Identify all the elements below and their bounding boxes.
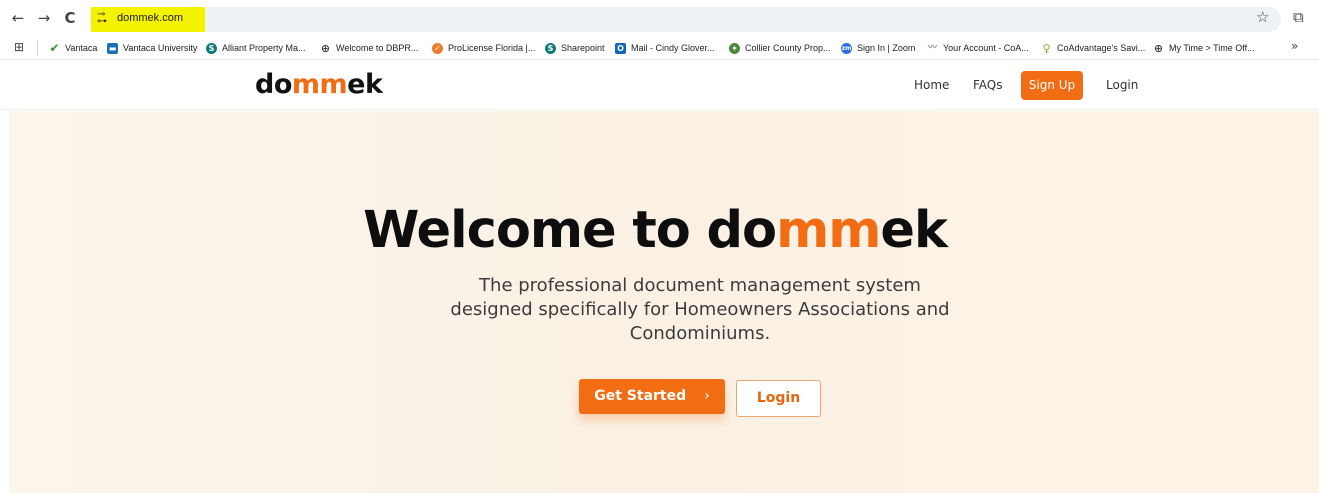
bookmark-coadvantage[interactable]: ♀ CoAdvantage's Savi... xyxy=(1041,40,1145,56)
globe-icon: ⊕ xyxy=(320,41,331,55)
hero-login-button[interactable]: Login xyxy=(736,380,821,417)
more-bookmarks-icon[interactable]: » xyxy=(1291,39,1298,53)
bookmark-alliant-property[interactable]: S Alliant Property Ma... xyxy=(206,40,306,56)
bookmarks-bar: ⊞ ✔ Vantaca ▬ Vantaca University S Allia… xyxy=(0,36,1319,60)
bookmark-label: ProLicense Florida |... xyxy=(448,43,536,53)
logo[interactable]: dommek xyxy=(255,69,383,100)
browser-toolbar: ← → C ⊸ ⊶ dommek.com ☆ ⧉ xyxy=(0,0,1319,36)
hero-subtitle-line: designed specifically for Homeowners Ass… xyxy=(450,299,950,320)
brand-prefix: do xyxy=(706,201,778,260)
nav-login-link[interactable]: Login xyxy=(1106,78,1138,92)
zoom-icon: zm xyxy=(841,42,852,54)
bookmark-label: Your Account - CoA... xyxy=(943,43,1029,53)
brand-suffix: ek xyxy=(880,201,948,260)
chevron-right-icon: › xyxy=(704,388,710,404)
signup-button[interactable]: Sign Up xyxy=(1021,71,1083,100)
bookmark-label: Alliant Property Ma... xyxy=(222,43,306,53)
back-icon[interactable]: ← xyxy=(8,8,28,28)
address-bar[interactable] xyxy=(89,7,1281,32)
bookmark-label: Vantaca University xyxy=(123,43,198,53)
bookmark-mail[interactable]: O Mail - Cindy Glover... xyxy=(615,40,715,56)
hero-title-prefix: Welcome to xyxy=(363,201,707,260)
hero-title: Welcome to dommek xyxy=(0,201,1319,260)
forward-icon[interactable]: → xyxy=(34,8,54,28)
logo-prefix: do xyxy=(255,69,292,100)
nav-faqs-link[interactable]: FAQs xyxy=(973,78,1003,92)
get-started-label: Get Started xyxy=(594,388,687,404)
bookmark-label: My Time > Time Off... xyxy=(1169,43,1255,53)
bookmarks-divider xyxy=(37,41,38,55)
extensions-icon[interactable]: ⧉ xyxy=(1293,8,1304,26)
bookmark-label: Vantaca xyxy=(65,43,98,53)
bookmark-collier-county[interactable]: ✦ Collier County Prop... xyxy=(729,40,831,56)
vantaca-university-icon: ▬ xyxy=(107,42,118,54)
bookmark-label: Collier County Prop... xyxy=(745,43,831,53)
sharepoint-icon: S xyxy=(206,42,217,54)
coa-icon: 〰 xyxy=(927,42,937,53)
bookmark-vantaca[interactable]: ✔ Vantaca xyxy=(49,40,97,56)
nav-home-link[interactable]: Home xyxy=(914,78,949,92)
bookmark-prolicense[interactable]: ✓ ProLicense Florida |... xyxy=(432,40,535,56)
bookmark-label: Sign In | Zoom xyxy=(857,43,916,53)
bookmark-label: Mail - Cindy Glover... xyxy=(631,43,715,53)
bookmark-your-account[interactable]: 〰 Your Account - CoA... xyxy=(927,40,1029,56)
logo-suffix: ek xyxy=(347,69,383,100)
hero-title-brand: dommek xyxy=(706,201,948,260)
hero-subtitle-line: Condominiums. xyxy=(629,323,771,344)
globe-icon: ⊕ xyxy=(1153,41,1164,55)
bookmark-label: Welcome to DBPR... xyxy=(336,43,419,53)
hero-subtitle-line: The professional document management sys… xyxy=(479,275,921,296)
bookmark-zoom[interactable]: zm Sign In | Zoom xyxy=(841,40,915,56)
vantaca-icon: ✔ xyxy=(49,40,60,55)
bookmark-sharepoint[interactable]: S Sharepoint xyxy=(545,40,605,56)
bookmark-vantaca-university[interactable]: ▬ Vantaca University xyxy=(107,40,197,56)
apps-grid-icon[interactable]: ⊞ xyxy=(14,40,24,54)
bookmark-star-icon[interactable]: ☆ xyxy=(1256,8,1269,26)
collier-icon: ✦ xyxy=(729,42,740,54)
bookmark-my-time[interactable]: ⊕ My Time > Time Off... xyxy=(1153,40,1255,56)
get-started-button[interactable]: Get Started › xyxy=(579,379,725,414)
logo-mm: mm xyxy=(291,69,348,100)
site-header: dommek Home FAQs Sign Up Login xyxy=(0,61,1319,110)
outlook-icon: O xyxy=(615,42,626,54)
hero-subtitle: The professional document management sys… xyxy=(409,274,991,346)
url-text[interactable]: dommek.com xyxy=(117,12,183,24)
bookmark-dbpr[interactable]: ⊕ Welcome to DBPR... xyxy=(320,40,418,56)
site-settings-icon[interactable]: ⊸ ⊶ xyxy=(97,10,109,27)
reload-icon[interactable]: C xyxy=(60,8,80,28)
brand-mm: mm xyxy=(776,201,881,260)
hero-section: Welcome to dommek The professional docum… xyxy=(9,111,1319,493)
bookmark-label: Sharepoint xyxy=(561,43,605,53)
prolicense-icon: ✓ xyxy=(432,42,443,54)
lightbulb-icon: ♀ xyxy=(1042,41,1051,55)
bookmark-label: CoAdvantage's Savi... xyxy=(1057,43,1146,53)
sharepoint-icon: S xyxy=(545,42,556,54)
